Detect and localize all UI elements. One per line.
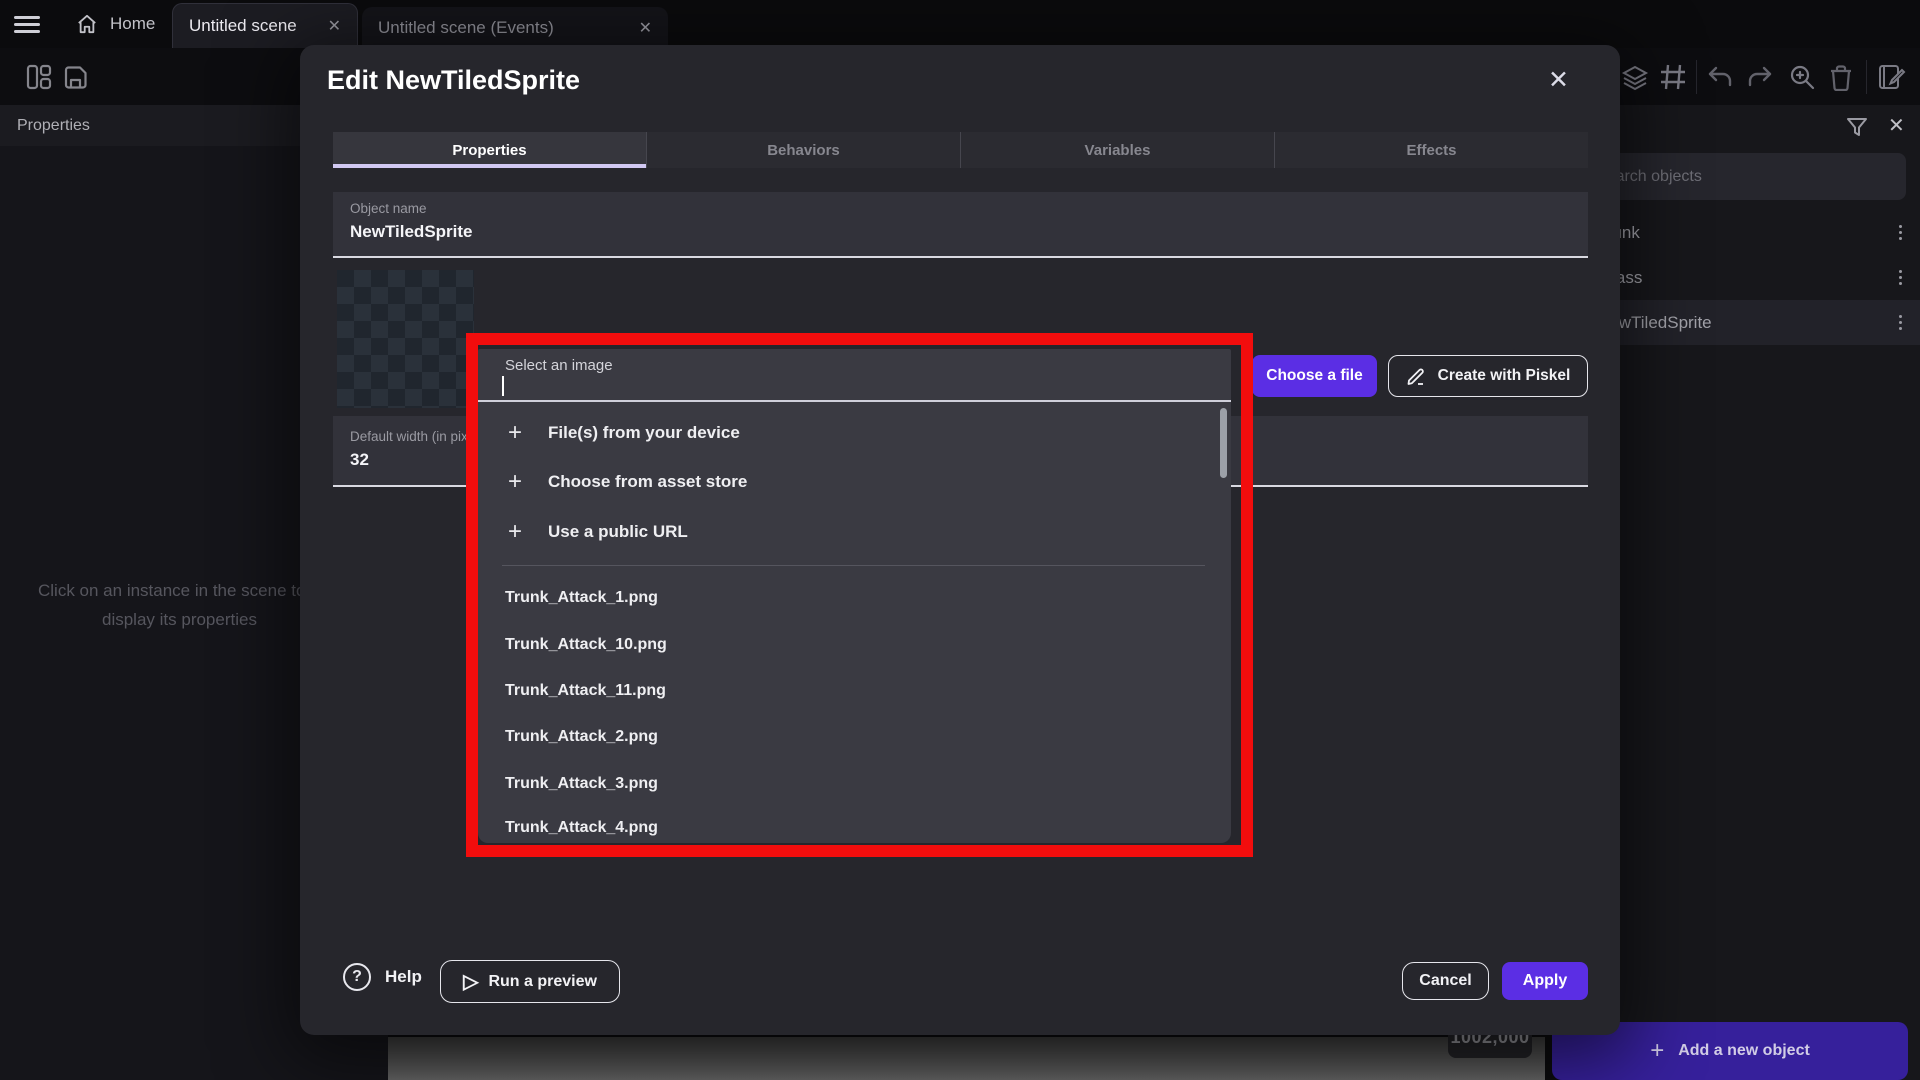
search-objects-input[interactable]: [1580, 153, 1906, 200]
add-new-object-label: Add a new object: [1678, 1042, 1810, 1060]
tab-properties[interactable]: Properties: [333, 132, 646, 168]
option-label: Use a public URL: [548, 522, 688, 542]
select-image-label: Select an image: [505, 357, 613, 374]
run-preview-label: Run a preview: [488, 973, 596, 991]
redo-icon[interactable]: [1746, 64, 1774, 90]
toolbar-divider: [1696, 60, 1697, 94]
dialog-title: Edit NewTiledSprite: [327, 65, 580, 96]
tab-home[interactable]: Home: [58, 0, 173, 48]
option-label: Choose from asset store: [548, 472, 747, 492]
choose-a-file-button[interactable]: Choose a file: [1252, 355, 1377, 397]
kebab-menu-icon[interactable]: [1899, 225, 1902, 240]
undo-icon[interactable]: [1706, 64, 1734, 90]
pencil-icon: [1406, 365, 1428, 387]
file-option[interactable]: Trunk_Attack_3.png: [478, 762, 1218, 806]
tab-untitled-scene-label: Untitled scene: [189, 16, 297, 36]
zoom-in-icon[interactable]: [1788, 63, 1816, 91]
tab-home-label: Home: [110, 14, 155, 34]
top-tab-bar: Home Untitled scene ✕ Untitled scene (Ev…: [0, 0, 1920, 48]
default-width-value: 32: [350, 450, 369, 470]
home-icon: [76, 14, 98, 34]
save-icon[interactable]: [62, 64, 89, 91]
question-mark-icon: ?: [343, 963, 371, 991]
grid-icon[interactable]: [1658, 62, 1688, 92]
filter-icon[interactable]: [1845, 115, 1869, 139]
help-button[interactable]: ? Help: [343, 963, 422, 991]
tab-untitled-scene[interactable]: Untitled scene ✕: [172, 3, 358, 48]
text-cursor: [502, 376, 504, 396]
file-label: Trunk_Attack_4.png: [505, 819, 658, 837]
hamburger-menu-icon[interactable]: [14, 16, 40, 33]
create-with-piskel-button[interactable]: Create with Piskel: [1388, 355, 1588, 397]
tab-untitled-scene-events[interactable]: Untitled scene (Events) ✕: [362, 7, 668, 48]
edit-object-dialog: Edit NewTiledSprite ✕ Properties Behavio…: [300, 45, 1620, 1035]
apply-button[interactable]: Apply: [1502, 962, 1588, 1000]
plus-icon: +: [505, 518, 525, 546]
create-with-piskel-label: Create with Piskel: [1438, 367, 1571, 385]
close-icon[interactable]: ✕: [1888, 113, 1905, 138]
input-underline: [478, 400, 1231, 402]
trash-icon[interactable]: [1828, 63, 1854, 91]
file-label: Trunk_Attack_2.png: [505, 728, 658, 746]
tab-untitled-scene-events-label: Untitled scene (Events): [378, 18, 554, 38]
file-option[interactable]: Trunk_Attack_4.png: [478, 806, 1218, 850]
scrollbar-thumb[interactable]: [1220, 408, 1227, 478]
close-icon[interactable]: ✕: [639, 18, 652, 38]
file-label: Trunk_Attack_10.png: [505, 636, 667, 654]
file-label: Trunk_Attack_11.png: [505, 682, 666, 700]
file-option[interactable]: Trunk_Attack_11.png: [478, 669, 1218, 713]
plus-icon: +: [1650, 1037, 1664, 1065]
kebab-menu-icon[interactable]: [1899, 315, 1902, 330]
close-icon[interactable]: ✕: [328, 16, 341, 36]
help-label: Help: [385, 967, 422, 987]
layers-icon[interactable]: [1620, 62, 1650, 92]
scene-canvas[interactable]: [388, 1037, 1545, 1080]
app-screen: Home Untitled scene ✕ Untitled scene (Ev…: [0, 0, 1920, 1080]
option-files-from-device[interactable]: + File(s) from your device: [478, 411, 1218, 455]
option-label: File(s) from your device: [548, 423, 740, 443]
toolbar-divider: [1866, 60, 1867, 94]
run-preview-button[interactable]: ▷ Run a preview: [440, 960, 620, 1003]
tab-effects[interactable]: Effects: [1274, 132, 1588, 168]
dialog-tab-bar: Properties Behaviors Variables Effects: [333, 132, 1588, 168]
edit-sheet-icon[interactable]: [1876, 62, 1906, 92]
option-public-url[interactable]: + Use a public URL: [478, 510, 1218, 554]
file-option[interactable]: Trunk_Attack_1.png: [478, 576, 1218, 620]
plus-icon: +: [505, 419, 525, 447]
tab-variables[interactable]: Variables: [960, 132, 1274, 168]
kebab-menu-icon[interactable]: [1899, 270, 1902, 285]
dropdown-divider: [502, 565, 1205, 566]
object-name-value: NewTiledSprite: [350, 222, 473, 242]
file-option[interactable]: Trunk_Attack_10.png: [478, 623, 1218, 667]
option-choose-asset-store[interactable]: + Choose from asset store: [478, 460, 1218, 504]
object-name-field[interactable]: Object name NewTiledSprite: [333, 192, 1588, 258]
properties-empty-message-line2: display its properties: [102, 610, 257, 630]
cancel-button[interactable]: Cancel: [1402, 962, 1489, 1000]
play-icon: ▷: [463, 969, 478, 994]
object-name-label: Object name: [350, 201, 427, 216]
sprite-preview-checkerboard: [337, 270, 474, 408]
file-option[interactable]: Trunk_Attack_2.png: [478, 715, 1218, 759]
tab-behaviors[interactable]: Behaviors: [646, 132, 960, 168]
panel-layout-icon[interactable]: [24, 62, 54, 92]
select-image-dropdown: Select an image + File(s) from your devi…: [478, 349, 1231, 843]
default-width-label: Default width (in pixels): [350, 429, 490, 444]
close-icon[interactable]: ✕: [1548, 65, 1569, 95]
properties-empty-message-line1: Click on an instance in the scene to: [38, 581, 305, 601]
file-label: Trunk_Attack_3.png: [505, 775, 658, 793]
file-label: Trunk_Attack_1.png: [505, 589, 658, 607]
plus-icon: +: [505, 468, 525, 496]
